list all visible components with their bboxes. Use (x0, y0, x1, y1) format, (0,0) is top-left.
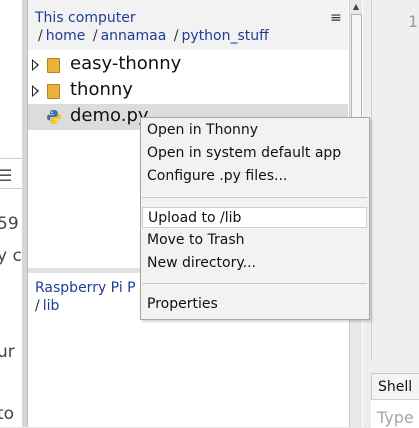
tree-item-easy-thonny[interactable]: easy-thonny (28, 52, 348, 78)
path-separator: / (38, 28, 43, 44)
menu-item-label: New directory... (147, 255, 256, 271)
menu-item-open-in-thonny[interactable]: Open in Thonny (142, 120, 367, 141)
right-panel: 1 Shell Type (363, 0, 419, 428)
menu-item-configure-py-files[interactable]: Configure .py files... (142, 166, 367, 187)
path-separator: / (35, 298, 40, 314)
menu-item-upload-to-lib[interactable]: Upload to /lib (142, 207, 367, 228)
breadcrumb-lib[interactable]: lib (43, 298, 60, 314)
device-title: Raspberry Pi P (35, 280, 136, 296)
menu-separator (142, 197, 367, 198)
tree-item-thonny[interactable]: thonny (28, 78, 348, 104)
text-fragment: 59 (0, 214, 19, 234)
menu-separator (142, 283, 367, 284)
menu-item-move-to-trash[interactable]: Move to Trash (142, 230, 367, 251)
editor-area[interactable]: 1 (371, 0, 419, 361)
breadcrumb-home[interactable]: home (46, 28, 86, 44)
expand-arrow-icon[interactable] (32, 85, 39, 97)
location-title: This computer (35, 10, 136, 26)
menu-item-label: Upload to /lib (148, 210, 242, 226)
breadcrumb-annamaa[interactable]: annamaa (101, 28, 167, 44)
device-breadcrumb: / lib (35, 298, 59, 314)
shell-placeholder: Type (377, 408, 414, 427)
breadcrumb-python-stuff[interactable]: python_stuff (181, 28, 268, 44)
text-fragment: y c (0, 246, 22, 266)
scroll-up-arrow-icon[interactable]: ▲ (350, 2, 362, 11)
tree-item-label: easy-thonny (70, 53, 182, 74)
path-separator: / (173, 28, 179, 44)
path-separator: / (92, 28, 98, 44)
expand-arrow-icon[interactable] (32, 59, 39, 71)
menu-item-properties[interactable]: Properties (142, 294, 367, 315)
text-fragment: to (0, 404, 15, 424)
context-menu: Open in Thonny Open in system default ap… (140, 117, 370, 320)
python-file-icon (47, 110, 61, 124)
menu-item-label: Configure .py files... (147, 168, 288, 184)
hamburger-menu-icon[interactable]: ≡ (330, 10, 342, 26)
text-fragment: ur (0, 342, 15, 362)
shell-input[interactable]: Type (371, 399, 419, 428)
left-editor-strip: ☰ 59 y c ur to (0, 0, 27, 427)
menu-item-label: Open in system default app (147, 145, 342, 161)
menu-item-open-in-system-default-app[interactable]: Open in system default app (142, 143, 367, 164)
menu-icon[interactable]: ☰ (0, 166, 12, 185)
tree-item-label: demo.py (70, 105, 149, 126)
tab-shell[interactable]: Shell (371, 373, 419, 400)
tab-shell-label: Shell (378, 379, 413, 395)
line-number: 1 (408, 12, 418, 31)
menu-item-label: Properties (147, 296, 218, 312)
folder-icon (47, 84, 60, 99)
menu-item-label: Move to Trash (147, 232, 245, 248)
menu-item-label: Open in Thonny (147, 122, 259, 138)
files-header: This computer ≡ / home / annamaa / python_s… (28, 0, 348, 50)
menu-item-new-directory[interactable]: New directory... (142, 253, 367, 274)
breadcrumb: / home / annamaa / python_stuff (35, 28, 269, 44)
tree-item-label: thonny (70, 79, 133, 100)
folder-icon (47, 58, 60, 73)
